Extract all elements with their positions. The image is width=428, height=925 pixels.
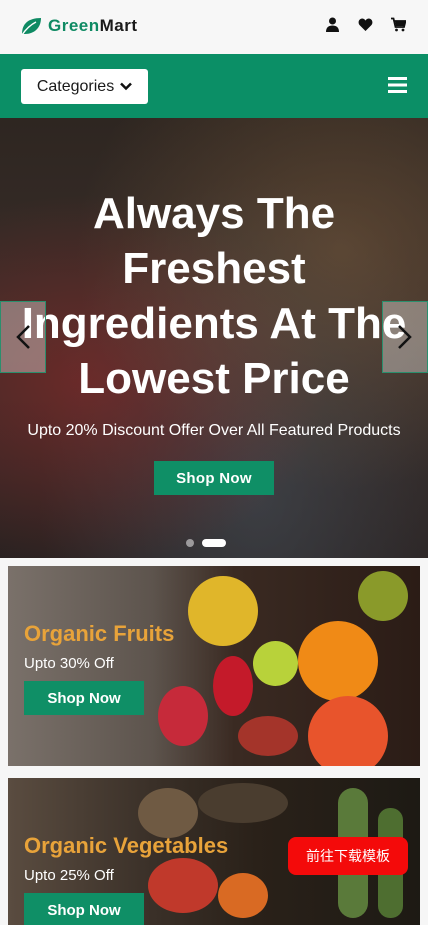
- hero-title: Always The Freshest Ingredients At The L…: [21, 189, 407, 403]
- cart-icon[interactable]: [391, 17, 407, 32]
- hero-carousel: Always The Freshest Ingredients At The L…: [0, 118, 428, 558]
- vegetable-image: [218, 873, 268, 918]
- carousel-indicators: [186, 539, 226, 547]
- carousel-dot-2[interactable]: [202, 539, 226, 547]
- chevron-right-icon: [398, 325, 412, 349]
- carousel-dot-1[interactable]: [186, 539, 194, 547]
- promo-title-vegetables: Organic Vegetables: [24, 833, 229, 858]
- hero-subtitle: Upto 20% Discount Offer Over All Feature…: [27, 422, 401, 439]
- hamburger-menu-icon[interactable]: [388, 77, 407, 93]
- fruit-image: [238, 716, 298, 756]
- fruit-image: [253, 641, 298, 686]
- top-bar: GreenMart: [0, 0, 428, 54]
- promo-subtitle-vegetables: Upto 25% Off: [24, 867, 114, 884]
- vegetable-image: [138, 788, 198, 838]
- brand-name-dark: Mart: [99, 16, 138, 35]
- categories-dropdown-button[interactable]: Categories: [21, 69, 148, 104]
- heart-icon[interactable]: [358, 17, 373, 32]
- carousel-prev-button[interactable]: [0, 301, 46, 373]
- promo-subtitle-fruits: Upto 30% Off: [24, 655, 114, 672]
- promo-title-fruits: Organic Fruits: [24, 621, 175, 646]
- vegetable-image: [198, 783, 288, 823]
- hero-shop-now-button[interactable]: Shop Now: [154, 461, 274, 495]
- download-template-button[interactable]: 前往下载模板: [288, 837, 408, 875]
- fruit-image: [308, 696, 388, 766]
- promo-shop-now-button-vegetables[interactable]: Shop Now: [24, 893, 144, 925]
- navigation-bar: Categories: [0, 54, 428, 118]
- leaf-icon: [21, 18, 41, 36]
- promo-banner-fruits: Organic Fruits Upto 30% Off Shop Now: [8, 566, 420, 766]
- fruit-image: [188, 576, 258, 646]
- categories-label: Categories: [36, 77, 115, 95]
- fruit-image: [213, 656, 253, 716]
- chevron-left-icon: [16, 325, 30, 349]
- fruit-image: [158, 686, 208, 746]
- vegetable-image: [148, 858, 218, 913]
- fruit-image: [358, 571, 408, 621]
- user-icon[interactable]: [325, 17, 340, 32]
- brand-name-green: Green: [48, 16, 100, 35]
- fruit-image: [298, 621, 378, 701]
- brand-logo[interactable]: GreenMart: [20, 16, 138, 36]
- carousel-next-button[interactable]: [382, 301, 428, 373]
- chevron-down-icon: [120, 82, 133, 91]
- promo-shop-now-button-fruits[interactable]: Shop Now: [24, 681, 144, 715]
